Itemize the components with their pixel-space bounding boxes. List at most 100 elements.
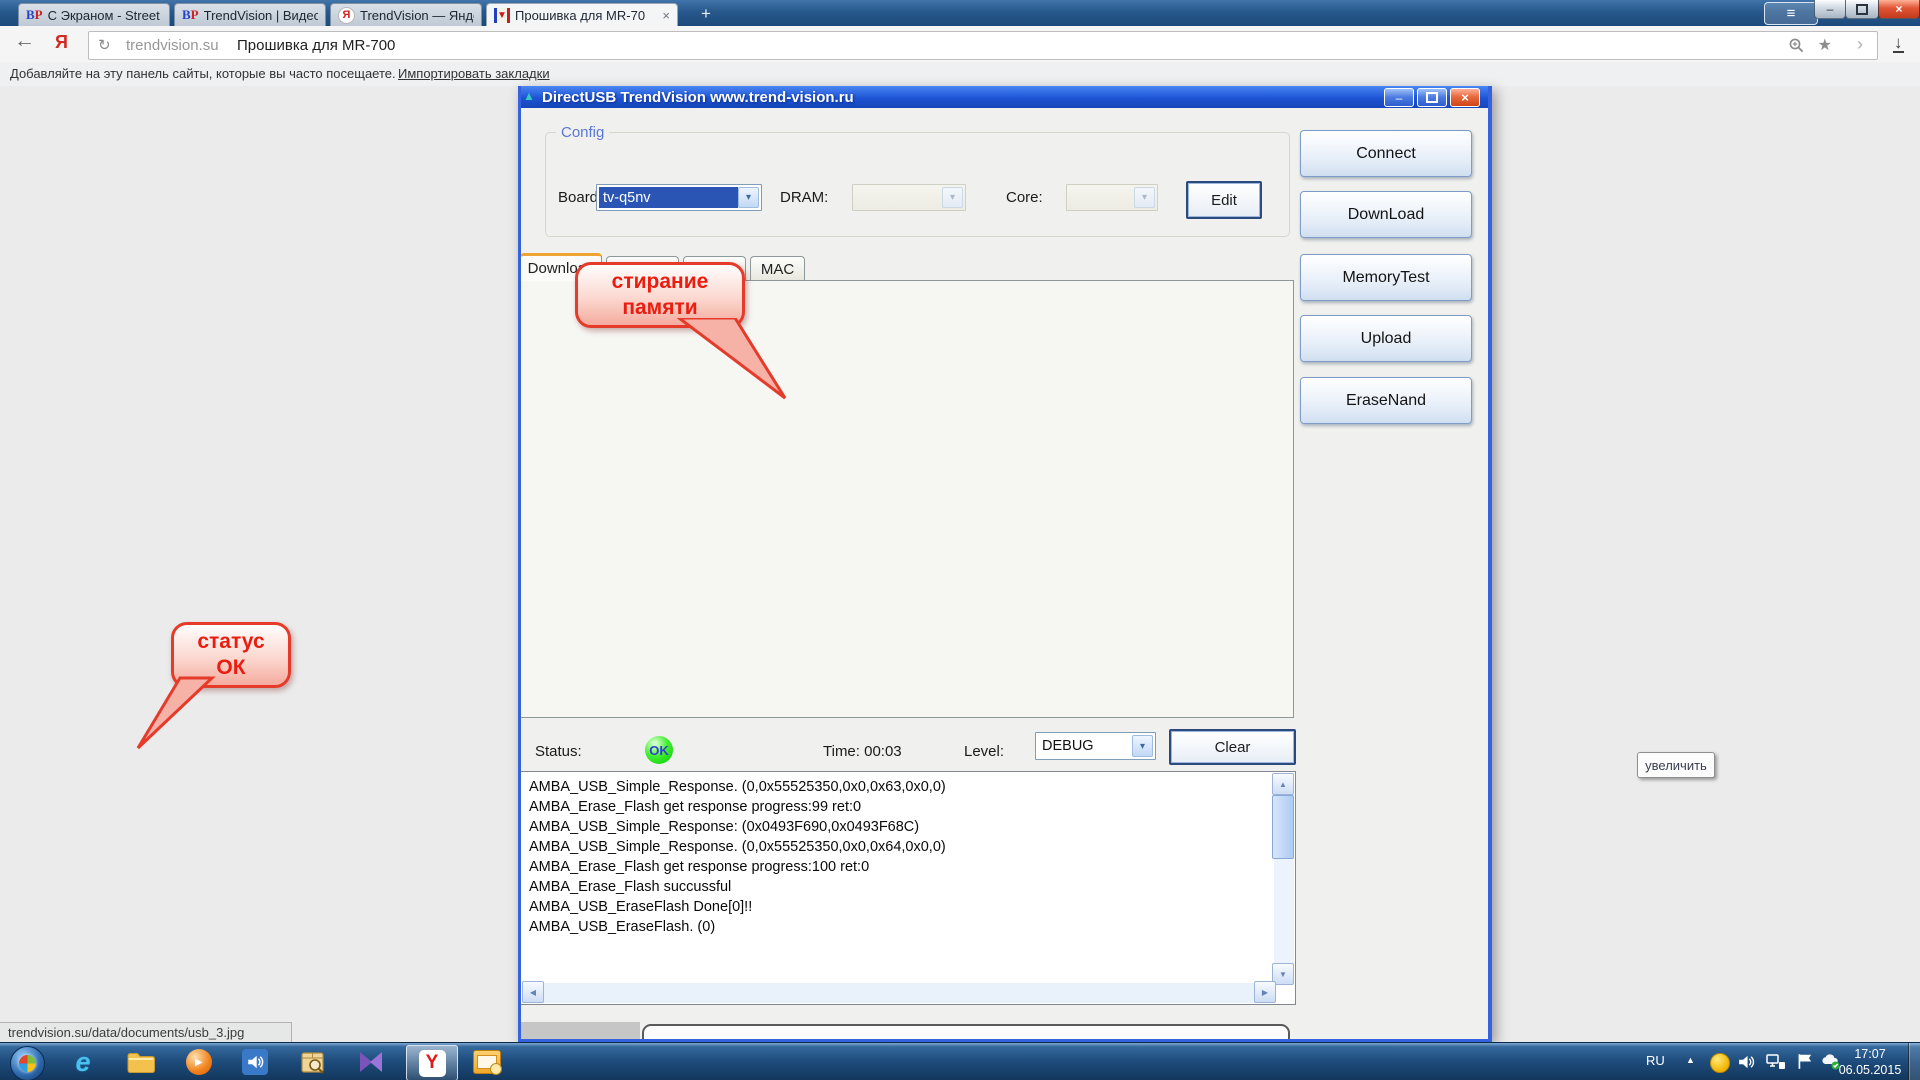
horizontal-scrollbar[interactable]	[522, 983, 1275, 1003]
yandex-logo[interactable]: Я	[55, 32, 68, 53]
start-button[interactable]	[10, 1046, 45, 1080]
browser-tab-1[interactable]: BP С Экраном - Street St	[18, 3, 170, 26]
tray-antivirus-icon[interactable]	[1710, 1053, 1730, 1073]
window-close-button[interactable]: ×	[1878, 0, 1920, 19]
speaker-tile	[242, 1049, 268, 1075]
new-tab-button[interactable]: +	[694, 5, 718, 24]
config-group-label: Config	[556, 124, 609, 141]
close-icon: ×	[1895, 2, 1902, 16]
log-line: AMBA_USB_EraseFlash Done[0]!!	[529, 897, 1269, 917]
level-label: Level:	[964, 743, 1004, 760]
dialog-title: DirectUSB TrendVision www.trend-vision.r…	[542, 89, 854, 106]
url-field[interactable]: ↻ trendvision.su Прошивка для MR-700 ★ ›	[88, 31, 1878, 60]
enlarge-tooltip[interactable]: увеличить	[1637, 752, 1715, 778]
level-value: DEBUG	[1042, 738, 1130, 754]
bookmarks-bar: Добавляйте на эту панель сайты, которые …	[0, 62, 1920, 87]
dialog-minimize-button[interactable]: –	[1384, 88, 1414, 107]
status-callout-tail	[110, 676, 220, 752]
archive-search-icon	[299, 1049, 327, 1075]
windows-flag-icon	[19, 1055, 36, 1072]
tray-date: 06.05.2015	[1826, 1062, 1914, 1078]
tray-network-icon[interactable]	[1766, 1053, 1786, 1076]
import-bookmarks-link[interactable]: Импортировать закладки	[398, 66, 550, 81]
trendvision-favicon: ▼	[494, 8, 510, 23]
window-minimize-button[interactable]: –	[1814, 0, 1846, 19]
maximize-icon	[1426, 92, 1438, 103]
browser-tab-active[interactable]: ▼ Прошивка для MR-70 ×	[486, 3, 678, 26]
browser-menu-button[interactable]: ≡	[1764, 2, 1818, 25]
media-player-icon: ▶	[186, 1049, 212, 1075]
yandex-browser-icon: Y	[419, 1050, 446, 1077]
dialog-titlebar[interactable]: ▲ DirectUSB TrendVision www.trend-vision…	[518, 86, 1492, 108]
dram-combobox: ▾	[852, 184, 966, 211]
refresh-icon[interactable]: ↻	[98, 36, 111, 54]
tray-expand-icon[interactable]: ▲	[1686, 1055, 1695, 1065]
taskbar-volume[interactable]	[230, 1045, 280, 1079]
tab-label: TrendVision — Яндекс	[360, 8, 474, 23]
kmplayer-icon	[357, 1049, 385, 1075]
tray-action-center-icon[interactable]	[1796, 1052, 1814, 1076]
upload-button[interactable]: Upload	[1300, 315, 1472, 362]
scroll-right-button[interactable]: ▶	[1254, 981, 1276, 1003]
log-textarea[interactable]: AMBA_USB_Simple_Response. (0,0x55525350,…	[520, 771, 1296, 1005]
page-title-text: Прошивка для MR-700	[237, 37, 395, 54]
log-line: AMBA_USB_Simple_Response. (0,0x55525350,…	[529, 777, 1269, 797]
bookmark-star-icon[interactable]: ★	[1818, 35, 1832, 55]
zoom-icon[interactable]	[1788, 37, 1805, 59]
dropdown-icon[interactable]: ▾	[738, 187, 759, 208]
clear-button[interactable]: Clear	[1169, 729, 1296, 765]
erasenand-button[interactable]: EraseNand	[1300, 377, 1472, 424]
dialog-border	[1488, 86, 1492, 1042]
tab-label: Прошивка для MR-70	[515, 8, 657, 23]
show-desktop-button[interactable]	[1908, 1043, 1920, 1080]
connect-button[interactable]: Connect	[1300, 130, 1472, 177]
folder-icon	[126, 1050, 156, 1074]
downloads-icon[interactable]: ↓	[1893, 34, 1904, 53]
play-icon: ▶	[195, 1057, 203, 1068]
taskbar-ie[interactable]: e	[58, 1045, 108, 1079]
address-bar-row: ← Я ↻ trendvision.su Прошивка для MR-700…	[0, 26, 1920, 63]
taskbar-outlook[interactable]	[462, 1045, 512, 1079]
minimize-icon: –	[1827, 2, 1834, 16]
speaker-icon	[246, 1053, 264, 1071]
tab-close-icon[interactable]: ×	[662, 8, 670, 23]
dialog-close-button[interactable]: ×	[1450, 88, 1480, 107]
log-line: AMBA_USB_Simple_Response: (0x0493F690,0x…	[529, 817, 1269, 837]
board-combobox[interactable]: tv-q5nv ▾	[596, 184, 762, 211]
callout-text: ОК	[216, 655, 245, 681]
log-line: AMBA_Erase_Flash succussful	[529, 877, 1269, 897]
erase-callout-tail	[667, 318, 792, 402]
download-button[interactable]: DownLoad	[1300, 191, 1472, 238]
dialog-maximize-button[interactable]	[1417, 88, 1447, 107]
taskbar-archiver[interactable]	[288, 1045, 338, 1079]
tab-mac[interactable]: MAC	[750, 256, 805, 281]
scrollbar-thumb[interactable]	[1272, 795, 1294, 859]
clock-badge	[490, 1063, 502, 1075]
log-line: AMBA_USB_EraseFlash. (0)	[529, 917, 1269, 937]
taskbar-explorer[interactable]	[116, 1045, 166, 1079]
memorytest-button[interactable]: MemoryTest	[1300, 254, 1472, 301]
tray-language[interactable]: RU	[1646, 1053, 1665, 1068]
taskbar-kmplayer[interactable]	[346, 1045, 396, 1079]
taskbar-yandex-browser-active[interactable]: Y	[406, 1045, 458, 1080]
core-combobox: ▾	[1066, 184, 1158, 211]
back-icon[interactable]: ←	[14, 29, 35, 53]
yandex-favicon: Я	[338, 7, 355, 24]
edit-button[interactable]: Edit	[1186, 181, 1262, 219]
dropdown-icon: ▾	[1134, 187, 1155, 208]
dropdown-icon[interactable]: ▾	[1132, 735, 1153, 757]
log-line: AMBA_Erase_Flash get response progress:9…	[529, 797, 1269, 817]
page-content: ▲ DirectUSB TrendVision www.trend-vision…	[0, 86, 1920, 1042]
scroll-left-button[interactable]: ◀	[522, 981, 544, 1003]
directusb-dialog: ▲ DirectUSB TrendVision www.trend-vision…	[518, 86, 1492, 1042]
status-label: Status:	[535, 743, 582, 760]
browser-tab-3[interactable]: Я TrendVision — Яндекс	[330, 3, 482, 26]
taskbar-wmp[interactable]: ▶	[174, 1045, 224, 1079]
scroll-up-button[interactable]: ▲	[1272, 773, 1294, 795]
browser-tab-2[interactable]: BP TrendVision | Видеоре	[174, 3, 326, 26]
dram-label: DRAM:	[780, 189, 828, 206]
tray-volume-icon[interactable]	[1738, 1053, 1756, 1076]
window-restore-button[interactable]	[1845, 0, 1879, 19]
level-combobox[interactable]: DEBUG ▾	[1035, 732, 1156, 760]
tray-clock[interactable]: 17:07 06.05.2015	[1826, 1046, 1914, 1078]
